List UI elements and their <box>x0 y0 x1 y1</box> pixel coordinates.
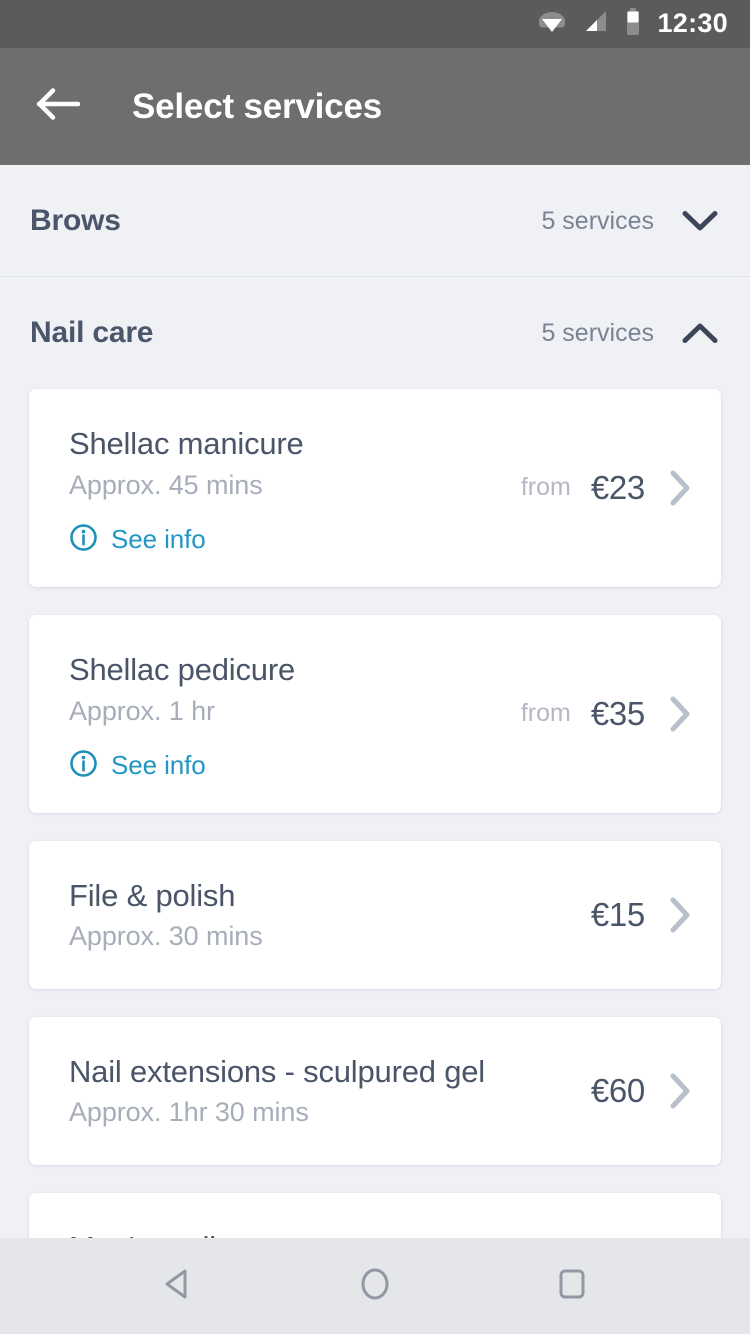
service-duration: Approx. 1 hr <box>69 695 215 726</box>
service-card[interactable]: Men's pedicure Approx. 50 mins €50 <box>29 1192 721 1239</box>
app-bar: Select services <box>0 48 750 165</box>
status-icon-group <box>537 7 641 41</box>
service-name: Shellac pedicure <box>69 651 296 687</box>
nav-recents-icon <box>551 1263 593 1310</box>
service-duration: Approx. 30 mins <box>69 921 263 952</box>
service-card-list: Shellac manicure Approx. 45 mins See inf… <box>0 389 750 1238</box>
category-service-count: 5 services <box>541 206 654 235</box>
service-duration: Approx. 1hr 30 mins <box>69 1097 309 1128</box>
service-price: €23 <box>590 468 645 506</box>
price-prefix: from <box>520 473 571 502</box>
service-card-main: File & polish Approx. 30 mins <box>69 871 581 953</box>
info-icon <box>69 749 98 783</box>
service-card-main: Shellac manicure Approx. 45 mins See inf… <box>69 419 511 557</box>
see-info-link[interactable]: See info <box>69 749 511 783</box>
page-title: Select services <box>132 86 382 126</box>
service-card-main: Men's pedicure Approx. 50 mins <box>69 1223 581 1239</box>
category-name: Brows <box>30 204 121 237</box>
service-duration: Approx. 45 mins <box>69 469 263 500</box>
nav-home-button[interactable] <box>330 1241 420 1331</box>
service-name: Nail extensions - sculpured gel <box>69 1053 485 1089</box>
status-clock: 12:30 <box>657 7 728 38</box>
category-meta: 5 services <box>541 201 720 241</box>
service-price: €60 <box>590 1071 645 1109</box>
service-price-group: €15 <box>581 895 697 935</box>
status-bar: 12:30 <box>0 0 750 48</box>
service-card[interactable]: Shellac pedicure Approx. 1 hr See info f… <box>29 614 721 813</box>
wifi-icon <box>537 9 567 40</box>
category-service-count: 5 services <box>541 318 654 347</box>
back-button[interactable] <box>30 79 86 135</box>
chevron-up-icon[interactable] <box>680 313 720 353</box>
back-arrow-icon <box>36 87 81 126</box>
service-price: €35 <box>590 694 645 732</box>
nav-back-icon <box>157 1263 199 1310</box>
service-price-group: €60 <box>581 1071 697 1111</box>
info-icon <box>69 523 98 557</box>
category-name: Nail care <box>30 316 154 349</box>
price-prefix: from <box>520 699 571 728</box>
service-name: Shellac manicure <box>69 426 304 461</box>
nav-home-icon <box>354 1263 396 1310</box>
android-nav-bar <box>0 1238 750 1334</box>
service-list-scroll[interactable]: Brows 5 services Nail care 5 services Sh… <box>0 165 750 1238</box>
category-meta: 5 services <box>541 313 720 353</box>
phone-screen: 12:30 Select services Brows 5 services N… <box>0 0 750 1334</box>
category-header-brows[interactable]: Brows 5 services <box>0 165 750 277</box>
see-info-label: See info <box>111 750 206 780</box>
see-info-link[interactable]: See info <box>69 523 511 557</box>
service-name: File & polish <box>69 877 236 913</box>
service-card[interactable]: Shellac manicure Approx. 45 mins See inf… <box>29 389 721 587</box>
chevron-right-icon[interactable] <box>663 1071 697 1111</box>
service-name: Men's pedicure <box>69 1229 581 1239</box>
service-price-group: from €35 <box>511 694 697 734</box>
service-card[interactable]: Nail extensions - sculpured gel Approx. … <box>29 1016 721 1165</box>
service-price-group: from €23 <box>511 468 697 508</box>
see-info-label: See info <box>111 524 206 555</box>
chevron-right-icon[interactable] <box>663 694 697 734</box>
battery-icon <box>625 7 641 41</box>
chevron-right-icon[interactable] <box>663 468 697 508</box>
service-price: €15 <box>590 895 645 933</box>
category-header-nail-care[interactable]: Nail care 5 services <box>0 277 750 389</box>
chevron-right-icon[interactable] <box>663 895 697 935</box>
service-card-main: Shellac pedicure Approx. 1 hr See info <box>69 645 511 783</box>
chevron-down-icon[interactable] <box>680 201 720 241</box>
service-card-main: Nail extensions - sculpured gel Approx. … <box>69 1047 581 1129</box>
nav-back-button[interactable] <box>133 1241 223 1331</box>
service-card[interactable]: File & polish Approx. 30 mins €15 <box>29 840 721 989</box>
nav-recents-button[interactable] <box>527 1241 617 1331</box>
signal-icon <box>583 9 609 40</box>
